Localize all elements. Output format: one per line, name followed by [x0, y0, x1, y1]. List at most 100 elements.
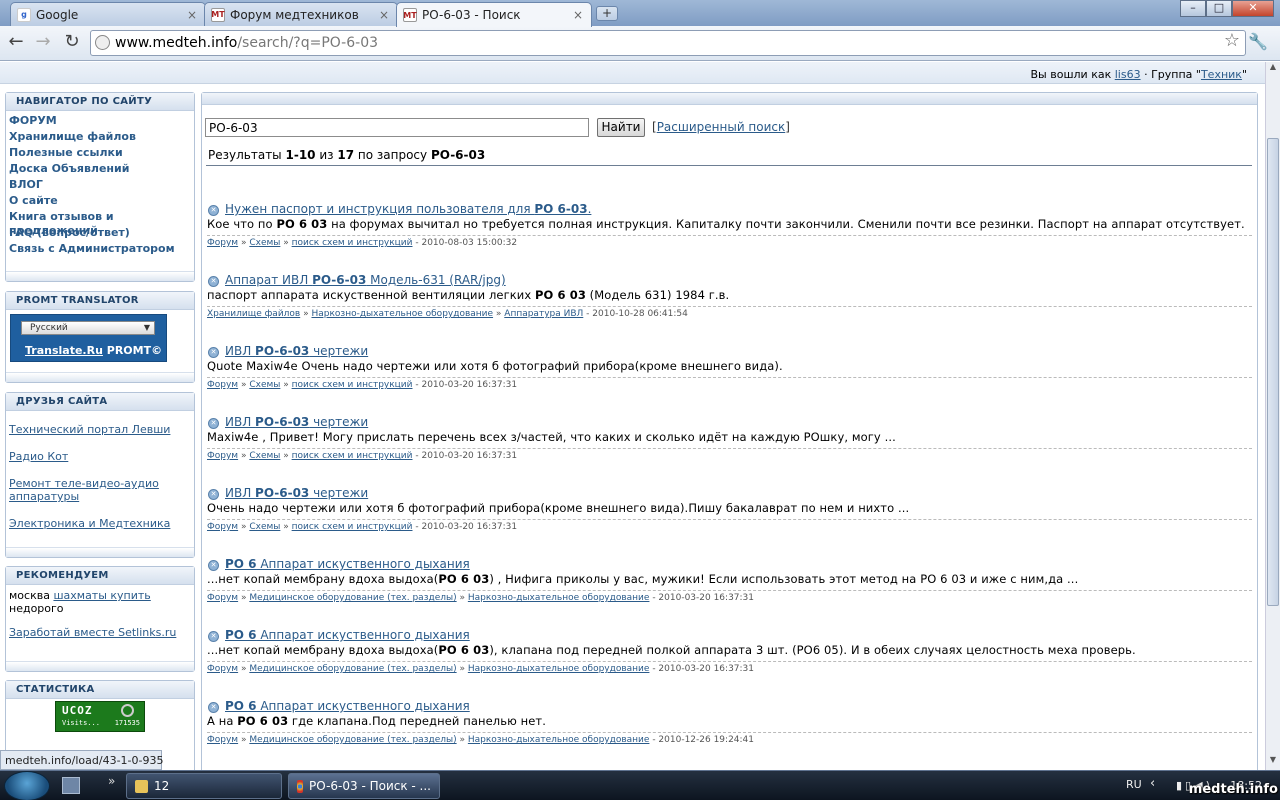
scroll-down-icon[interactable]: ▼ — [1266, 755, 1280, 770]
result-title-post: . — [587, 202, 592, 216]
language-indicator[interactable]: RU — [1126, 778, 1142, 791]
forward-arrow-icon[interactable]: → — [31, 31, 55, 55]
advanced-search-link[interactable]: Расширенный поиск — [657, 120, 786, 134]
recommend-link-chess[interactable]: шахматы купить — [53, 589, 150, 602]
maximize-button[interactable]: □ — [1206, 0, 1232, 17]
friend-link[interactable]: Электроника и Медтехника — [6, 514, 194, 533]
breadcrumb-link[interactable]: Форум — [207, 593, 238, 603]
recommend-link-setlinks[interactable]: Заработай вместе Setlinks.ru — [9, 626, 191, 639]
breadcrumb-link[interactable]: поиск схем и инструкций — [292, 522, 413, 532]
new-tab-button[interactable]: + — [596, 6, 618, 21]
breadcrumb-link[interactable]: Наркозно-дыхательное оборудование — [468, 664, 650, 674]
promt-widget: Русский ▼ Translate.Ru PROMT© — [10, 314, 167, 362]
breadcrumb-link[interactable]: Форум — [207, 522, 238, 532]
reload-icon[interactable]: ↻ — [60, 31, 84, 55]
search-button[interactable]: Найти — [597, 118, 645, 137]
breadcrumb-link[interactable]: поиск схем и инструкций — [292, 238, 413, 248]
result-date: - 2010-08-03 15:00:32 — [415, 238, 518, 248]
result-title-link[interactable]: ИВЛ PO-6-03 чертежи — [225, 486, 368, 500]
close-tab-icon[interactable]: × — [377, 8, 391, 22]
result-title-link[interactable]: ИВЛ PO-6-03 чертежи — [225, 415, 368, 429]
breadcrumb-link[interactable]: Наркозно-дыхательное оборудование — [468, 593, 650, 603]
result-date: - 2010-03-20 16:37:31 — [415, 380, 518, 390]
breadcrumb-link[interactable]: поиск схем и инструкций — [292, 451, 413, 461]
result-title-link[interactable]: PO 6 Аппарат искуственного дыхания — [225, 557, 470, 571]
block-title: ДРУЗЬЯ САЙТА — [6, 393, 194, 411]
tab-search[interactable]: МТ PO-6-03 - Поиск × — [396, 2, 592, 27]
friend-link[interactable]: Радио Кот — [6, 447, 194, 466]
close-tab-icon[interactable]: × — [571, 8, 585, 22]
result-title-link[interactable]: PO 6 Аппарат искуственного дыхания — [225, 628, 470, 642]
close-window-button[interactable]: ✕ — [1232, 0, 1274, 17]
close-tab-icon[interactable]: × — [185, 8, 199, 22]
nav-item-board[interactable]: Доска Объявлений — [6, 161, 194, 177]
snippet-match: PO 6 03 — [237, 714, 289, 728]
breadcrumb-link[interactable]: Форум — [207, 238, 238, 248]
username-link[interactable]: lis63 — [1115, 68, 1141, 81]
result-title-link[interactable]: Нужен паспорт и инструкция пользователя … — [225, 202, 591, 216]
group-label: · Группа " — [1144, 68, 1201, 81]
breadcrumb-link[interactable]: Медицинское оборудование (тех. разделы) — [249, 735, 456, 745]
bookmark-star-icon[interactable]: ☆ — [1224, 30, 1240, 51]
ucoz-counter[interactable]: UCOZ Visits... 171535 — [55, 701, 145, 732]
snippet-post: ) , Нифига приколы у вас, мужики! Если и… — [489, 572, 1079, 586]
language-select[interactable]: Русский ▼ — [21, 321, 155, 335]
friend-link[interactable]: Ремонт теле-видео-аудио аппаратуры — [6, 474, 194, 506]
friend-link[interactable]: Технический портал Левши — [6, 420, 194, 439]
breadcrumb-link[interactable]: Схемы — [249, 522, 280, 532]
tab-title: PO-6-03 - Поиск — [422, 8, 521, 22]
translate-ru-link[interactable]: Translate.Ru — [25, 344, 103, 357]
breadcrumb-link[interactable]: Форум — [207, 735, 238, 745]
group-link[interactable]: Техник — [1201, 68, 1242, 81]
wrench-menu-icon[interactable]: 🔧 — [1248, 32, 1268, 51]
nav-item-contact[interactable]: Связь с Администратором — [6, 241, 194, 257]
search-input[interactable] — [205, 118, 589, 137]
breadcrumb-link[interactable]: поиск схем и инструкций — [292, 380, 413, 390]
search-form: Найти [Расширенный поиск] — [205, 118, 1245, 138]
scroll-up-icon[interactable]: ▲ — [1266, 62, 1280, 77]
result-breadcrumb: Форум » Медицинское оборудование (тех. р… — [207, 590, 1252, 603]
scroll-thumb[interactable] — [1267, 138, 1279, 606]
breadcrumb-link[interactable]: Форум — [207, 664, 238, 674]
result-title-pre: ИВЛ — [225, 486, 256, 500]
breadcrumb-link[interactable]: Форум — [207, 380, 238, 390]
result-title-pre: ИВЛ — [225, 415, 256, 429]
breadcrumb-link[interactable]: Наркозно-дыхательное оборудование — [468, 735, 650, 745]
breadcrumb-link[interactable]: Наркозно-дыхательное оборудование — [311, 309, 493, 319]
tab-google[interactable]: g Google × — [10, 2, 206, 26]
show-desktop-icon[interactable] — [62, 777, 80, 794]
nav-item-guestbook[interactable]: Книга отзывов и предложений — [6, 209, 194, 237]
address-bar[interactable]: www.medteh.info/search/?q=PO-6-03 — [90, 30, 1246, 56]
result-title-link[interactable]: ИВЛ PO-6-03 чертежи — [225, 344, 368, 358]
nav-item-files[interactable]: Хранилище файлов — [6, 129, 194, 145]
taskbar-browser-button[interactable]: PO-6-03 - Поиск - ... — [288, 773, 440, 799]
snippet-pre: ...нет копай мембрану вдоха выдоха( — [207, 572, 439, 586]
group-end: " — [1241, 68, 1247, 81]
nav-item-faq[interactable]: FAQ (вопрос/ответ) — [6, 225, 194, 241]
tray-expand-icon[interactable]: ‹ — [1150, 776, 1155, 791]
back-arrow-icon[interactable]: ← — [4, 31, 28, 55]
minimize-button[interactable]: – — [1180, 0, 1206, 17]
breadcrumb-link[interactable]: Форум — [207, 451, 238, 461]
result-breadcrumb: Форум » Схемы » поиск схем и инструкций … — [207, 519, 1252, 532]
language-value: Русский — [30, 323, 68, 333]
breadcrumb-link[interactable]: Хранилище файлов — [207, 309, 300, 319]
windows-start-icon[interactable] — [4, 771, 50, 800]
result-snippet: Очень надо чертежи или хотя б фотографий… — [207, 501, 1252, 515]
vertical-scrollbar[interactable]: ▲ ▼ — [1265, 62, 1280, 770]
nav-item-vlog[interactable]: ВЛОГ — [6, 177, 194, 193]
result-title-link[interactable]: PO 6 Аппарат искуственного дыхания — [225, 699, 470, 713]
nav-item-about[interactable]: О сайте — [6, 193, 194, 209]
nav-item-forum[interactable]: ФОРУМ — [6, 113, 194, 129]
breadcrumb-link[interactable]: Медицинское оборудование (тех. разделы) — [249, 593, 456, 603]
quicklaunch-more[interactable]: » — [108, 774, 115, 788]
breadcrumb-link[interactable]: Схемы — [249, 238, 280, 248]
nav-item-links[interactable]: Полезные ссылки — [6, 145, 194, 161]
result-title-link[interactable]: Аппарат ИВЛ PO-6-03 Модель-631 (RAR/jpg) — [225, 273, 506, 287]
taskbar-folder-button[interactable]: 12 — [126, 773, 282, 799]
tab-forum[interactable]: МТ Форум медтехников × — [204, 2, 398, 26]
breadcrumb-link[interactable]: Аппаратура ИВЛ — [504, 309, 583, 319]
breadcrumb-link[interactable]: Схемы — [249, 451, 280, 461]
breadcrumb-link[interactable]: Схемы — [249, 380, 280, 390]
breadcrumb-link[interactable]: Медицинское оборудование (тех. разделы) — [249, 664, 456, 674]
